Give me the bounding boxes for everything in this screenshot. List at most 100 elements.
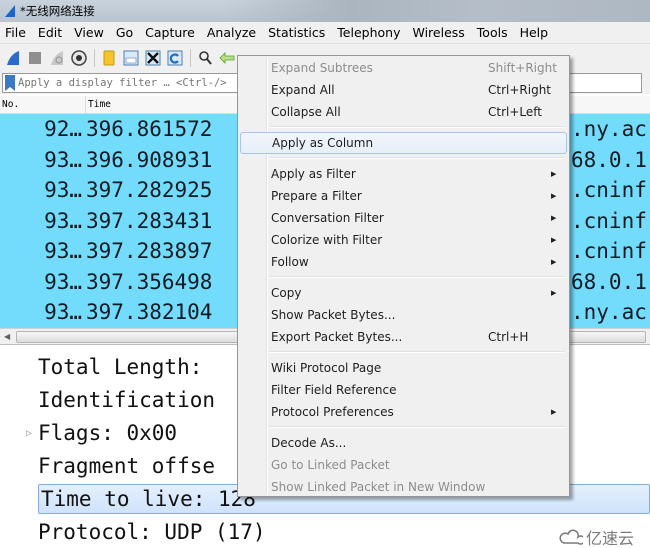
menu-item-protocol-preferences[interactable]: Protocol Preferences ▶ <box>240 401 567 423</box>
menu-item-colorize-with-filter[interactable]: Colorize with Filter ▶ <box>240 229 567 251</box>
menu-tools[interactable]: Tools <box>477 25 515 40</box>
menu-go[interactable]: Go <box>116 25 140 40</box>
menu-item-filter-field-reference[interactable]: Filter Field Reference <box>240 379 567 401</box>
submenu-arrow-icon: ▶ <box>551 192 557 200</box>
menu-telephony[interactable]: Telephony <box>337 25 407 40</box>
detail-row-fragment-offset[interactable]: Fragment offse <box>38 451 215 481</box>
column-header-no[interactable]: No. <box>0 95 86 114</box>
menu-item-label: Collapse All <box>271 105 341 119</box>
menu-item-label: Prepare a Filter <box>271 189 362 203</box>
menu-item-expand-subtrees[interactable]: Expand Subtrees Shift+Right <box>240 57 567 79</box>
restart-capture-button[interactable] <box>48 49 66 67</box>
menu-item-prepare-a-filter[interactable]: Prepare a Filter ▶ <box>240 185 567 207</box>
menu-item-decode-as[interactable]: Decode As... <box>240 432 567 454</box>
menu-item-expand-all[interactable]: Expand All Ctrl+Right <box>240 79 567 101</box>
menu-item-label: Protocol Preferences <box>271 405 394 419</box>
submenu-arrow-icon: ▶ <box>551 408 557 416</box>
menu-item-label: Go to Linked Packet <box>271 458 390 472</box>
menu-item-label: Conversation Filter <box>271 211 384 225</box>
menu-item-label: Expand Subtrees <box>271 61 373 75</box>
menu-item-label: Expand All <box>271 83 335 97</box>
detail-row-protocol[interactable]: Protocol: UDP (17) <box>38 517 266 547</box>
menu-item-label: Show Packet Bytes... <box>271 308 396 322</box>
menu-separator <box>269 276 565 278</box>
menu-item-shortcut: Ctrl+Right <box>488 83 552 97</box>
save-file-button[interactable] <box>122 49 140 67</box>
watermark-text: 亿速云 <box>585 529 634 548</box>
menu-item-label: Filter Field Reference <box>271 383 397 397</box>
detail-row-text: Protocol: UDP (17) <box>38 520 266 544</box>
menu-item-shortcut: Ctrl+H <box>488 330 529 344</box>
find-packet-button[interactable] <box>196 49 214 67</box>
menu-wireless[interactable]: Wireless <box>412 25 471 40</box>
menu-edit[interactable]: Edit <box>38 25 69 40</box>
detail-row-text: Fragment offse <box>38 454 216 478</box>
menu-item-copy[interactable]: Copy ▶ <box>240 282 567 304</box>
start-capture-button[interactable] <box>4 49 22 67</box>
detail-row-text: Identification <box>38 388 216 412</box>
menu-item-show-packet-bytes[interactable]: Show Packet Bytes... <box>240 304 567 326</box>
start-capture-icon <box>7 51 19 65</box>
menu-capture[interactable]: Capture <box>145 25 202 40</box>
expand-triangle-icon[interactable]: ▷ <box>26 428 32 439</box>
submenu-arrow-icon: ▶ <box>551 170 557 178</box>
menu-item-collapse-all[interactable]: Collapse All Ctrl+Left <box>240 101 567 123</box>
packet-info-partial: 68.0.1 <box>571 147 647 172</box>
cloud-logo-icon <box>559 529 583 545</box>
open-file-icon <box>103 50 115 66</box>
menu-item-show-linked-packet-new-window[interactable]: Show Linked Packet in New Window <box>240 476 567 498</box>
toolbar-separator <box>190 49 191 67</box>
column-header-time[interactable]: Time <box>86 96 111 114</box>
menu-item-apply-as-column[interactable]: Apply as Column <box>240 132 567 154</box>
packet-info-partial: .cninf <box>571 178 647 203</box>
menu-item-label: Export Packet Bytes... <box>271 330 403 344</box>
menu-analyze[interactable]: Analyze <box>207 25 263 40</box>
menu-item-label: Apply as Filter <box>271 167 356 181</box>
submenu-arrow-icon: ▶ <box>551 289 557 297</box>
menu-item-apply-as-filter[interactable]: Apply as Filter ▶ <box>240 163 567 185</box>
reload-file-button[interactable] <box>166 49 184 67</box>
detail-row-identification[interactable]: Identification <box>38 385 215 415</box>
menu-help[interactable]: Help <box>520 25 556 40</box>
packet-info-partial: 68.0.1 <box>571 269 647 294</box>
packet-no: 93… <box>44 208 82 233</box>
packet-info-partial: .ny.ac <box>571 300 647 325</box>
packet-info-partial: .cninf <box>571 239 647 264</box>
packet-no: 93… <box>44 147 82 172</box>
menu-item-go-to-linked-packet[interactable]: Go to Linked Packet <box>240 454 567 476</box>
packet-time: 397.382104 <box>86 300 213 325</box>
menu-item-label: Wiki Protocol Page <box>271 361 382 375</box>
menu-item-label: Apply as Column <box>272 136 374 150</box>
menu-file[interactable]: File <box>5 25 33 40</box>
open-file-button[interactable] <box>100 49 118 67</box>
menu-item-label: Decode As... <box>271 436 347 450</box>
wireshark-fin-icon <box>5 5 15 17</box>
packet-time: 397.356498 <box>86 269 213 294</box>
toolbar-separator <box>94 49 95 67</box>
go-back-icon <box>219 52 235 64</box>
menu-statistics[interactable]: Statistics <box>268 25 332 40</box>
menu-separator <box>269 126 565 128</box>
find-packet-icon <box>199 51 212 65</box>
close-file-button[interactable] <box>144 49 162 67</box>
capture-options-button[interactable] <box>70 49 88 67</box>
scroll-left-arrow-icon[interactable]: ◀ <box>4 332 10 341</box>
detail-row-text: Time to live: 128 <box>41 487 256 511</box>
detail-row-total-length[interactable]: Total Length: <box>38 352 202 382</box>
go-back-button[interactable] <box>218 49 236 67</box>
bookmark-icon[interactable] <box>5 75 15 91</box>
menu-bar: File Edit View Go Capture Analyze Statis… <box>0 22 650 44</box>
title-bar: *无线网络连接 <box>0 0 650 22</box>
menu-item-follow[interactable]: Follow ▶ <box>240 251 567 273</box>
menu-item-label: Copy <box>271 286 302 300</box>
detail-row-text: Flags: 0x00 <box>38 421 178 445</box>
close-file-icon <box>145 50 161 66</box>
menu-view[interactable]: View <box>74 25 111 40</box>
menu-item-export-packet-bytes[interactable]: Export Packet Bytes... Ctrl+H <box>240 326 567 348</box>
detail-row-flags[interactable]: ▷ Flags: 0x00 <box>26 418 178 448</box>
stop-capture-icon <box>29 52 41 64</box>
menu-item-label: Show Linked Packet in New Window <box>271 480 486 494</box>
menu-item-wiki-protocol-page[interactable]: Wiki Protocol Page <box>240 357 567 379</box>
stop-capture-button[interactable] <box>26 49 44 67</box>
menu-item-conversation-filter[interactable]: Conversation Filter ▶ <box>240 207 567 229</box>
